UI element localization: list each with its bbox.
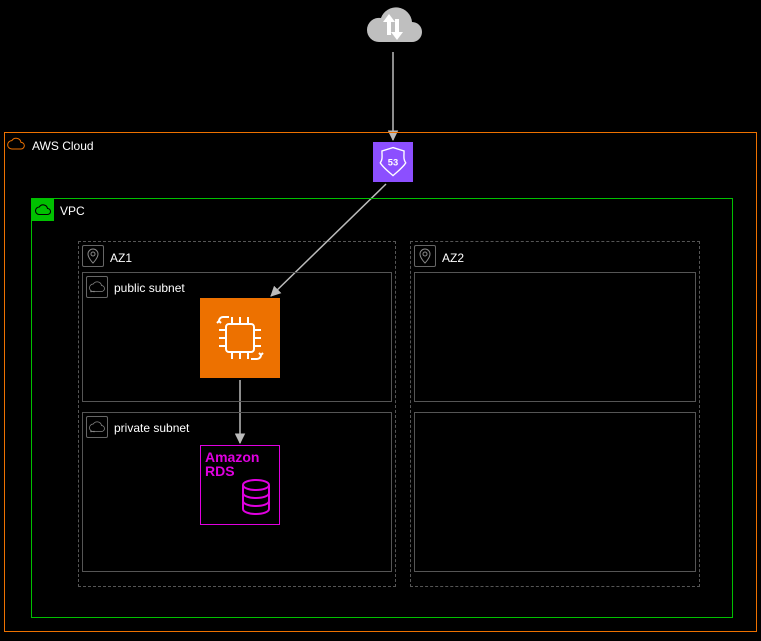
vpc-icon (32, 199, 54, 221)
architecture-canvas: AWS Cloud VPC AZ1 AZ2 public subnet priv… (0, 0, 761, 641)
rds-label-line2: RDS (205, 464, 235, 478)
public-subnet-az2[interactable] (414, 272, 696, 402)
az2-icon (414, 245, 436, 267)
rds-node[interactable]: Amazon RDS (200, 445, 280, 525)
rds-database-icon (239, 478, 273, 518)
public-subnet-icon (86, 276, 108, 298)
ec2-chip-icon (208, 306, 272, 370)
rds-label-line1: Amazon (205, 450, 259, 464)
az1-icon (82, 245, 104, 267)
private-subnet-label: private subnet (114, 421, 189, 435)
public-subnet-label: public subnet (114, 281, 185, 295)
vpc-label: VPC (60, 204, 85, 218)
internet-gateway-icon (354, 2, 430, 52)
internet-node[interactable] (354, 2, 430, 52)
az1-label: AZ1 (110, 251, 132, 265)
route53-node[interactable]: 53 (373, 142, 413, 182)
az2-label: AZ2 (442, 251, 464, 265)
private-subnet-az2[interactable] (414, 412, 696, 572)
route53-shield-icon: 53 (376, 145, 410, 179)
ec2-node[interactable] (200, 298, 280, 378)
aws-cloud-icon (5, 133, 27, 155)
aws-cloud-label: AWS Cloud (32, 139, 94, 153)
private-subnet-icon (86, 416, 108, 438)
svg-text:53: 53 (388, 157, 398, 167)
